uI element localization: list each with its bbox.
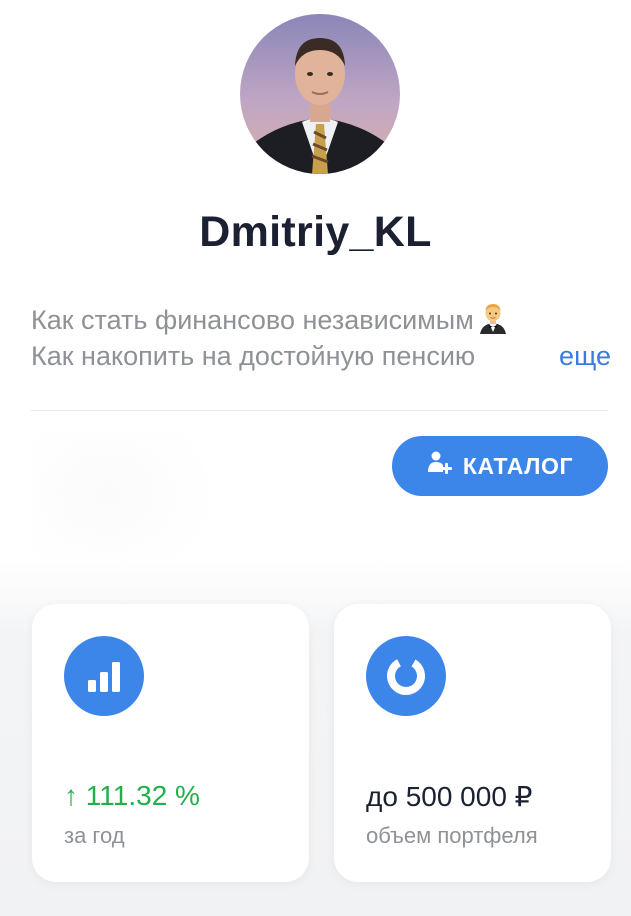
profile-avatar[interactable] [240,14,400,174]
annual-return-value: ↑ 111.32 % [64,780,200,811]
man-in-tuxedo-icon [478,302,508,338]
donut-chart-icon [366,636,446,716]
bio-line-1-text: Как стать финансово независимым [31,305,474,335]
catalog-button[interactable]: КАТАЛОГ [392,436,608,496]
portfolio-size-value: до 500 000 ₽ [366,781,533,812]
bio-line-2: Как накопить на достойную пенсию еще [31,338,611,374]
bar-chart-icon [64,636,144,716]
bio-more-link[interactable]: еще [557,338,611,374]
add-user-icon [427,450,453,482]
bio-fade [513,338,553,374]
portfolio-size-caption: объем портфеля [366,823,538,848]
annual-return-caption: за год [64,823,125,848]
bio-line-2-text: Как накопить на достойную пенсию [31,341,476,371]
profile-bio: Как стать финансово независимым Как нако… [31,302,611,374]
section-divider [31,410,608,411]
bio-line-1: Как стать финансово независимым [31,302,611,338]
stat-card-portfolio-size[interactable]: до 500 000 ₽ объем портфеля [334,604,611,882]
stat-card-annual-return[interactable]: ↑ 111.32 % за год [32,604,309,882]
catalog-button-label: КАТАЛОГ [462,452,574,479]
profile-username: Dmitriy_KL [199,208,432,256]
avatar-photo [240,14,400,174]
